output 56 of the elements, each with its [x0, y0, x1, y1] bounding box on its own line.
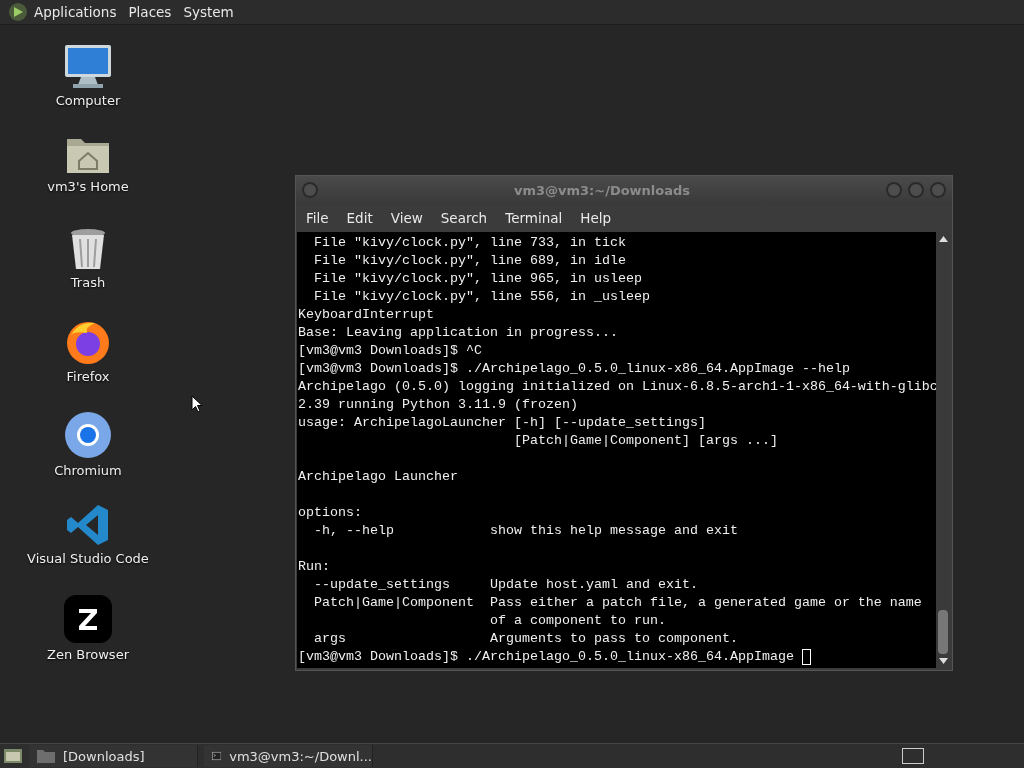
show-desktop-icon[interactable] [3, 747, 23, 765]
panel-menu[interactable]: Applications [34, 4, 117, 20]
menu-item[interactable]: Search [434, 208, 494, 228]
terminal-line: Archipelago Launcher [298, 468, 458, 486]
terminal-line: --update_settings Update host.yaml and exit. [313, 576, 698, 594]
terminal-line: File "kivy/clock.py", line 689, in idle [313, 252, 626, 270]
terminal-line: args Arguments to pass to component. [313, 630, 738, 648]
desktop-icon-label[interactable]: Chromium [54, 463, 122, 478]
folder-icon [37, 749, 55, 763]
scrollbar[interactable] [936, 232, 950, 668]
menu-item[interactable]: Help [574, 208, 618, 228]
terminal-line: [vm3@vm3 Downloads]$ ./Archipelago_0.5.0_linux-x86_64.AppImage [298, 648, 795, 666]
taskbar-button[interactable]: [Downloads] [29, 745, 198, 767]
desktop-icon-label[interactable]: Firefox [66, 369, 110, 384]
terminal-line: 2.39 running Python 3.11.9 (frozen) [298, 396, 578, 414]
monitor-icon[interactable] [63, 43, 113, 89]
desktop-icon-label[interactable]: Computer [55, 93, 121, 108]
terminal-line: usage: ArchipelagoLauncher [-h] [--update_settings] [298, 414, 706, 432]
window-title: vm3@vm3:~/Downloads [512, 182, 692, 198]
code-editor-icon[interactable] [66, 503, 110, 547]
scroll-down-icon[interactable] [938, 658, 948, 664]
terminal-line: Archipelago (0.5.0) logging initialized on Linux-6.8.5-arch1-1-x86_64-with-glibc [298, 378, 936, 396]
terminal-line: -h, --help show this help message and exit [313, 522, 738, 540]
workspace-switcher[interactable] [902, 748, 924, 764]
menu-item[interactable]: Edit [340, 208, 379, 228]
terminal-line: options: [298, 504, 362, 522]
desktop-icon-label[interactable]: Visual Studio Code [27, 551, 149, 566]
mouse-pointer-icon [191, 395, 203, 413]
terminal-line: of a component to run. [488, 612, 666, 630]
browser-ring-icon[interactable] [64, 411, 112, 459]
terminal-line: [vm3@vm3 Downloads]$ ./Archipelago_0.5.0_linux-x86_64.AppImage --help [298, 360, 850, 378]
scroll-up-icon[interactable] [938, 236, 948, 242]
terminal-line: Base: Leaving application in progress... [298, 324, 618, 342]
taskbar-button[interactable]: vm3@vm3:~/Downl... [204, 745, 373, 767]
terminal-line: File "kivy/clock.py", line 965, in usleep [313, 270, 642, 288]
terminal-line: [Patch|Game|Component] [args ...] [512, 432, 778, 450]
desktop-icon-label[interactable]: vm3's Home [47, 179, 129, 194]
panel-menu[interactable]: System [183, 4, 234, 20]
menu-item[interactable]: Terminal [499, 208, 569, 228]
zen-browser-icon[interactable] [64, 595, 112, 643]
desktop-icon-label[interactable]: Trash [70, 275, 106, 290]
trash-icon[interactable] [68, 227, 108, 271]
terminal-line: File "kivy/clock.py", line 733, in tick [313, 234, 626, 252]
menu-item[interactable]: View [384, 208, 429, 228]
terminal-line: KeyboardInterrupt [298, 306, 434, 324]
terminal-line: [vm3@vm3 Downloads]$ ^C [298, 342, 482, 360]
desktop-icon-label[interactable]: Zen Browser [47, 647, 129, 662]
terminal-line: Patch|Game|Component Pass either a patch file, a generated game or the name [313, 594, 922, 612]
browser-fox-icon[interactable] [65, 319, 111, 365]
terminal-line: File "kivy/clock.py", line 556, in _usleep [313, 288, 650, 306]
terminal-icon [212, 749, 222, 763]
menu-item[interactable]: File [300, 208, 335, 228]
terminal-line: Run: [298, 558, 330, 576]
menu-logo-icon[interactable] [8, 2, 28, 22]
panel-menu[interactable]: Places [128, 4, 172, 20]
scroll-thumb[interactable] [938, 610, 948, 654]
